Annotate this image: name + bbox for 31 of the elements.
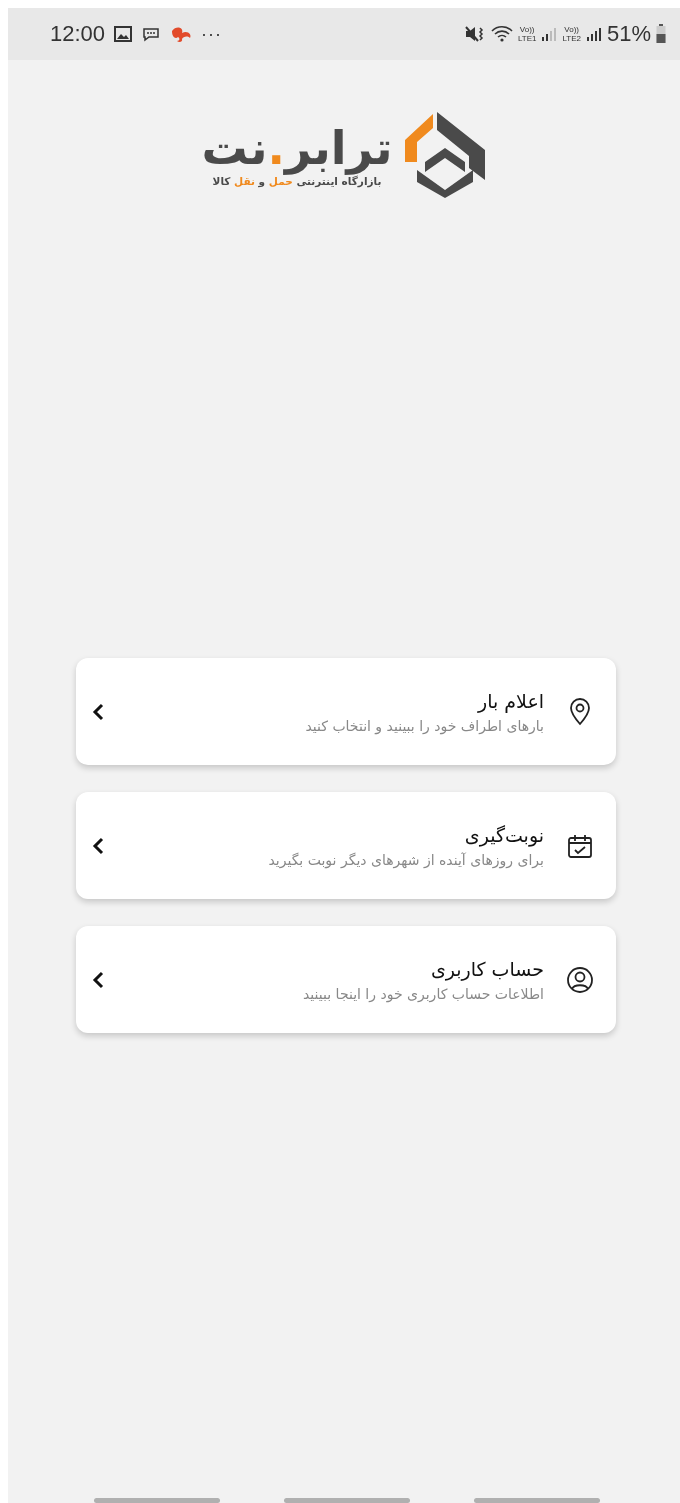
chat-bubble-icon [141,26,162,42]
battery-percent: 51% [606,21,651,47]
menu-subtitle: برای روزهای آینده از شهرهای دیگر نوبت بگیرید [268,851,544,868]
menu-subtitle: اطلاعات حساب کاربری خود را اینجا ببینید [303,985,544,1002]
mute-vibrate-icon [463,25,486,43]
logo-icon [402,110,487,198]
menu-card[interactable]: حساب کاربری اطلاعات حساب کاربری خود را اینجا ببینید [76,926,616,1033]
signal-icon [585,26,602,42]
clock-time: 12:00 [50,21,106,47]
menu-subtitle: بارهای اطراف خود را ببینید و انتخاب کنید [305,717,544,734]
sim-label: Vo)) LTE2 [562,25,581,43]
battery-icon [656,24,666,44]
menu-title: نوبت‌گیری [463,823,544,846]
user-circle-icon [566,965,594,994]
menu-title: اعلام بار [476,689,544,712]
sim-label: Vo)) LTE1 [517,25,537,43]
nav-bar-handle[interactable] [474,1498,600,1503]
chevron-left-icon [92,702,104,721]
menu-title: حساب کاربری [429,957,544,980]
signal-icon [541,26,558,42]
more-indicator: ··· [201,23,223,45]
wifi-icon [490,25,513,43]
chevron-left-icon [92,836,104,855]
logo-tagline: بازارگاه اینترنتی حمل و نقل کالا [212,175,382,187]
nav-bar-handle[interactable] [94,1498,220,1503]
image-icon [114,26,133,42]
nav-bar-handle[interactable] [284,1498,410,1503]
menu-card[interactable]: اعلام بار بارهای اطراف خود را ببینید و انتخاب کنید [76,658,616,765]
menu-card[interactable]: نوبت‌گیری برای روزهای آینده از شهرهای دیگر نوبت بگیرید [76,792,616,899]
chevron-left-icon [92,970,104,989]
logo-wordmark: ترابر. نت [201,121,393,175]
